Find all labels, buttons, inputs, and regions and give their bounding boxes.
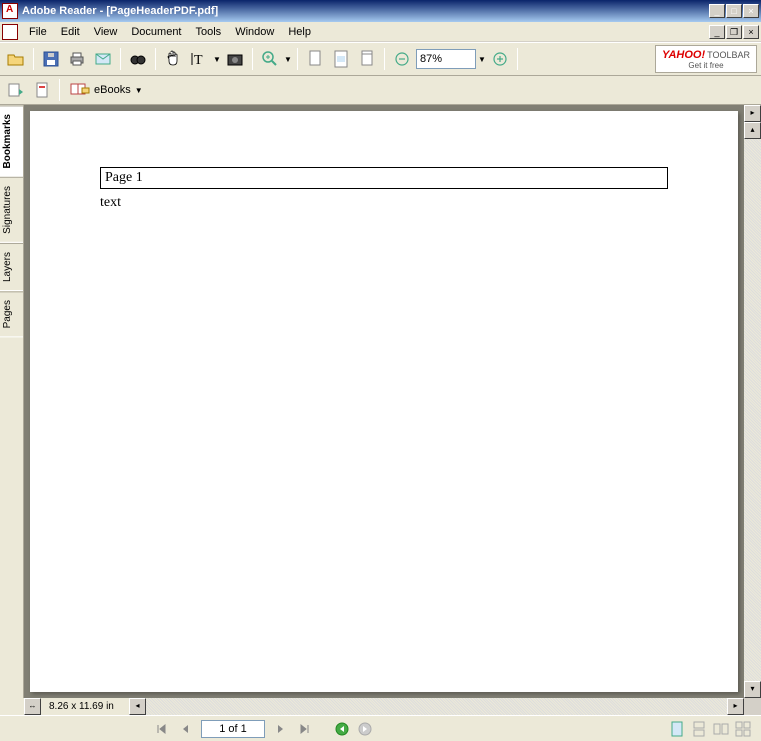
menu-tools[interactable]: Tools [189,24,229,40]
yahoo-subtitle: Get it free [688,61,723,70]
vertical-scrollbar[interactable]: ▸ ▴ ▾ [744,105,761,698]
page-size-label: 8.26 x 11.69 in [41,698,129,715]
page-header-box: Page 1 [100,167,668,189]
email-button[interactable] [91,47,115,71]
svg-text:T: T [194,53,203,68]
envelope-icon [95,52,111,66]
select-tool-button[interactable]: T [187,47,211,71]
doc-icon [2,24,18,40]
scroll-h-track[interactable] [146,698,727,715]
bookmarks-tab[interactable]: Bookmarks [0,105,23,177]
scroll-v-track[interactable] [744,139,761,681]
plus-circle-icon [493,52,507,66]
ebooks-label: eBooks [94,84,131,96]
menu-file[interactable]: File [22,24,54,40]
fit-page-button[interactable] [329,47,353,71]
child-close-button[interactable]: × [743,25,759,39]
yahoo-logo: YAHOO! [662,49,705,61]
navigation-pane: Bookmarks Signatures Layers Pages [0,105,24,698]
select-dropdown[interactable]: ▼ [213,55,221,64]
scroll-up-button[interactable]: ▴ [744,122,761,139]
scroll-left-button[interactable]: ◂ [129,698,146,715]
ebook-icon [70,82,90,98]
printer-icon [69,51,85,67]
pdf-page: Page 1 text [30,111,738,692]
pages-tab[interactable]: Pages [0,291,23,337]
camera-icon [227,52,243,66]
menu-bar: File Edit View Document Tools Window Hel… [0,22,761,42]
page-body-text: text [100,195,668,211]
document-review-icon [7,83,25,97]
secure-button[interactable] [30,78,54,102]
scroll-right-collapse-icon[interactable]: ▸ [744,105,761,122]
minimize-button[interactable]: _ [709,4,725,18]
scroll-right-button[interactable]: ▸ [727,698,744,715]
menu-edit[interactable]: Edit [54,24,87,40]
horizontal-scroll-row: ↔ 8.26 x 11.69 in ◂ ▸ [0,698,761,715]
save-button[interactable] [39,47,63,71]
title-bar: Adobe Reader - [PageHeaderPDF.pdf] _ □ × [0,0,761,22]
maximize-button[interactable]: □ [726,4,742,18]
ebooks-dropdown-icon: ▼ [135,86,143,95]
app-icon [2,3,18,19]
secondary-toolbar: eBooks ▼ [0,76,761,105]
scroll-down-button[interactable]: ▾ [744,681,761,698]
main-toolbar: T ▼ ▼ ▼ YAHOO! TOOLBAR Get it free [0,42,761,76]
resize-handle[interactable]: ↔ [24,698,41,715]
signatures-tab[interactable]: Signatures [0,177,23,243]
text-cursor-icon: T [190,50,208,68]
close-button[interactable]: × [743,4,759,18]
child-minimize-button[interactable]: _ [709,25,725,39]
menu-view[interactable]: View [87,24,125,40]
folder-open-icon [7,52,25,66]
menu-document[interactable]: Document [124,24,188,40]
zoom-plus-button[interactable] [488,47,512,71]
status-bar [0,715,761,741]
layers-tab[interactable]: Layers [0,243,23,291]
magnifier-plus-icon [262,51,278,67]
window-title: Adobe Reader - [PageHeaderPDF.pdf] [22,5,709,17]
hand-icon [165,50,181,68]
menu-help[interactable]: Help [281,24,318,40]
zoom-out-button[interactable] [390,47,414,71]
zoom-dropdown[interactable]: ▼ [284,55,292,64]
page-small-icon [34,82,50,98]
page-viewport[interactable]: Page 1 text [24,105,744,698]
document-area: Page 1 text ▸ ▴ ▾ [24,105,761,698]
page-actual-icon [307,50,323,68]
yahoo-toolbar-button[interactable]: YAHOO! TOOLBAR Get it free [655,45,757,73]
snapshot-tool-button[interactable] [223,47,247,71]
open-button[interactable] [4,47,28,71]
binoculars-icon [130,51,146,67]
hand-tool-button[interactable] [161,47,185,71]
child-restore-button[interactable]: ❐ [726,25,742,39]
page-width-icon [359,50,375,68]
main-area: Bookmarks Signatures Layers Pages Page 1… [0,105,761,698]
search-button[interactable] [126,47,150,71]
floppy-disk-icon [43,51,59,67]
fit-width-button[interactable] [355,47,379,71]
page-fit-icon [333,50,349,68]
zoom-in-button[interactable] [258,47,282,71]
print-button[interactable] [65,47,89,71]
zoom-input[interactable] [416,49,476,69]
menu-window[interactable]: Window [228,24,281,40]
ebooks-button[interactable]: eBooks ▼ [65,79,148,101]
minus-circle-icon [395,52,409,66]
review-button[interactable] [4,78,28,102]
zoom-value-dropdown[interactable]: ▼ [478,55,486,64]
actual-size-button[interactable] [303,47,327,71]
yahoo-label: TOOLBAR [707,50,750,60]
